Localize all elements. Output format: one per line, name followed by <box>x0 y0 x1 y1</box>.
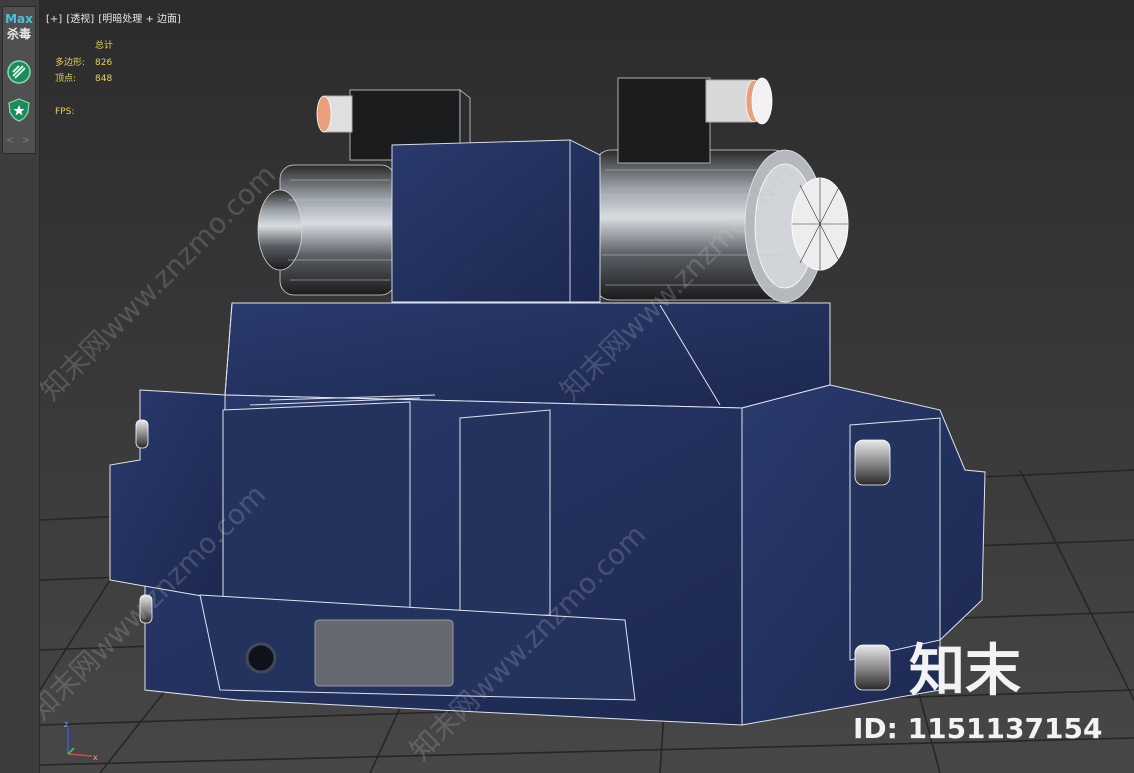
antivirus-panel: Max 杀毒 < > <box>2 6 36 154</box>
pilot-valve-body <box>391 139 601 303</box>
vertices-value: 848 <box>95 74 113 84</box>
axis-z-label: z <box>64 720 68 729</box>
stats-header: 总计 <box>95 41 114 51</box>
shield-icon[interactable] <box>6 97 32 123</box>
polygons-label: 多边形: <box>55 58 86 68</box>
viewport-menu-plus[interactable]: [+] <box>46 14 63 25</box>
fps-label: FPS: <box>55 107 75 117</box>
axis-x-label: x <box>93 753 98 762</box>
sidebar: Max 杀毒 < > <box>0 0 40 773</box>
viewport-label[interactable]: [+] [透视] [明暗处理 + 边面] <box>46 10 182 25</box>
polygons-value: 826 <box>95 58 113 68</box>
viewport-menu-view[interactable]: [透视] <box>66 14 95 25</box>
port-hole <box>245 642 277 674</box>
max-label: Max <box>5 12 33 26</box>
axis-gizmo: z x <box>64 720 98 762</box>
brand-id: ID: 1151137154 <box>853 712 1103 745</box>
viewport-menu-shading[interactable]: [明暗处理 + 边面] <box>98 14 182 25</box>
vertices-label: 顶点: <box>55 74 77 84</box>
nameplate <box>314 619 454 687</box>
brand-logo: 知末 <box>909 639 1021 704</box>
antivirus-label[interactable]: 杀毒 <box>3 27 35 41</box>
scan-icon[interactable] <box>6 59 32 85</box>
panel-nav-arrows[interactable]: < > <box>3 135 35 146</box>
